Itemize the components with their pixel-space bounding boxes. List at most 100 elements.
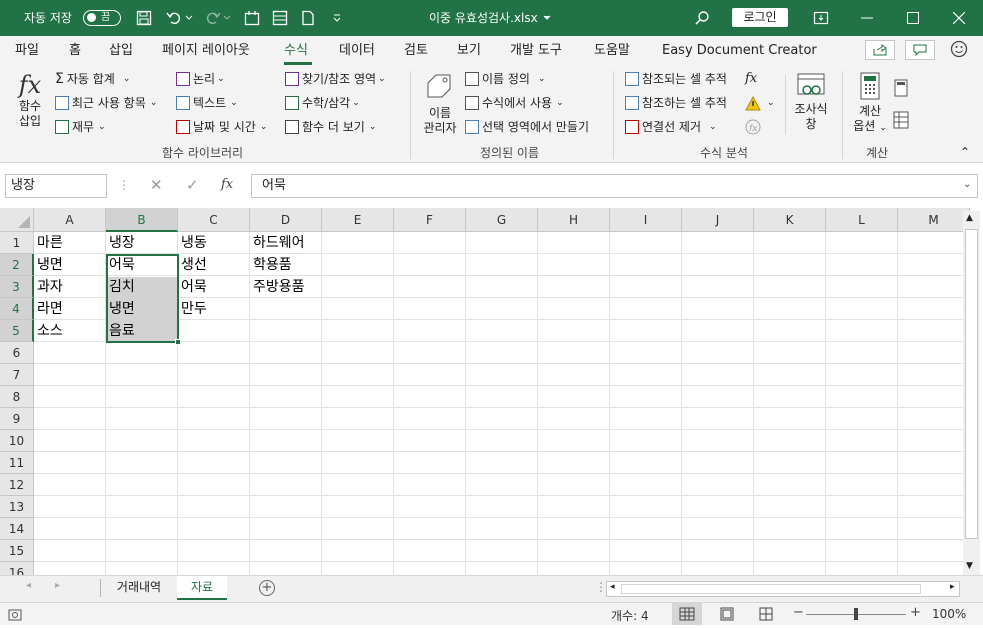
logical-button[interactable]: 논리 ⌄ [176, 71, 225, 87]
cell-a4[interactable]: 라면 [34, 298, 106, 320]
column-header-k[interactable]: K [754, 208, 826, 232]
scroll-up-icon[interactable]: ▲ [966, 213, 973, 223]
datetime-button[interactable]: 날짜 및 시간 ⌄ [176, 119, 267, 135]
watch-window-button[interactable]: 조사식 창 [793, 71, 829, 143]
column-header-m[interactable]: M [898, 208, 970, 232]
expand-formula-bar-icon[interactable]: ⌄ [963, 179, 971, 190]
redo-icon[interactable] [203, 8, 223, 28]
h-scroll-thumb[interactable] [621, 584, 921, 594]
cell-b1[interactable]: 냉장 [106, 232, 178, 254]
horizontal-scrollbar[interactable]: ◂ ▸ [606, 581, 960, 597]
sheet-tab-transactions[interactable]: 거래내역 [102, 576, 176, 600]
row-header-10[interactable]: 10 [0, 430, 34, 452]
tab-page-layout[interactable]: 페이지 레이아웃 [162, 42, 250, 59]
share-button[interactable] [865, 40, 895, 60]
trace-precedents-button[interactable]: 참조되는 셀 추적 [625, 71, 727, 87]
tab-review[interactable]: 검토 [404, 42, 428, 59]
customize-qat-icon[interactable] [327, 8, 347, 28]
form-icon[interactable] [242, 8, 262, 28]
cell-a3[interactable]: 과자 [34, 276, 106, 298]
new-file-icon[interactable] [298, 8, 318, 28]
trace-dependents-button[interactable]: 참조하는 셀 추적 [625, 95, 727, 111]
row-header-11[interactable]: 11 [0, 452, 34, 474]
freeze-panes-icon[interactable] [270, 8, 290, 28]
cell-d1[interactable]: 하드웨어 [250, 232, 322, 254]
title-dropdown-icon[interactable] [541, 8, 553, 28]
save-icon[interactable] [134, 8, 154, 28]
use-in-formula-button[interactable]: 수식에서 사용 ⌄ [465, 95, 564, 111]
row-header-7[interactable]: 7 [0, 364, 34, 386]
column-header-l[interactable]: L [826, 208, 898, 232]
error-checking-icon[interactable]: ⌄ [745, 95, 775, 111]
column-header-j[interactable]: J [682, 208, 754, 232]
select-all-corner[interactable] [0, 208, 34, 232]
row-header-2[interactable]: 2 [0, 254, 34, 276]
macro-record-icon[interactable] [8, 607, 22, 624]
formula-input[interactable]: 어묵 [251, 174, 978, 198]
row-header-1[interactable]: 1 [0, 232, 34, 254]
cell-c3[interactable]: 어묵 [178, 276, 250, 298]
prev-sheet-icon[interactable]: ◂ [26, 580, 31, 591]
page-layout-view-icon[interactable] [720, 607, 734, 624]
row-header-16[interactable]: 16 [0, 562, 34, 575]
recent-functions-button[interactable]: 최근 사용 항목 ⌄ [55, 95, 157, 111]
search-icon[interactable] [692, 8, 712, 28]
column-header-e[interactable]: E [322, 208, 394, 232]
name-box[interactable]: 냉장 [5, 174, 107, 198]
comments-button[interactable] [905, 40, 935, 60]
sheet-tab-data[interactable]: 자료 [177, 576, 227, 600]
scroll-right-icon[interactable]: ▸ [950, 582, 955, 592]
cell-a2[interactable]: 냉면 [34, 254, 106, 276]
more-functions-button[interactable]: 함수 더 보기 ⌄ [285, 119, 376, 135]
row-header-5[interactable]: 5 [0, 320, 34, 342]
insert-function-fx-icon[interactable]: fx [221, 177, 233, 192]
tab-help[interactable]: 도움말 [594, 42, 630, 59]
vertical-scrollbar[interactable]: ▲ ▼ [963, 211, 980, 575]
calc-options-button[interactable]: 계산 옵션 ⌄ [850, 71, 890, 143]
row-header-15[interactable]: 15 [0, 540, 34, 562]
maximize-icon[interactable] [903, 8, 923, 28]
lookup-button[interactable]: 찾기/참조 영역 ⌄ [285, 71, 386, 87]
autosum-button[interactable]: Σ 자동 합계 ⌄ [55, 71, 130, 87]
login-button[interactable]: 로그인 [732, 8, 788, 27]
tab-formulas[interactable]: 수식 [284, 42, 308, 59]
add-sheet-icon[interactable]: + [259, 580, 275, 596]
tab-view[interactable]: 보기 [457, 42, 481, 59]
define-name-button[interactable]: 이름 정의 ⌄ [465, 71, 546, 87]
column-header-d[interactable]: D [250, 208, 322, 232]
cell-c4[interactable]: 만두 [178, 298, 250, 320]
close-icon[interactable] [949, 8, 969, 28]
row-header-12[interactable]: 12 [0, 474, 34, 496]
zoom-slider-thumb[interactable] [854, 608, 858, 620]
page-break-view-icon[interactable] [759, 607, 773, 624]
column-header-h[interactable]: H [538, 208, 610, 232]
evaluate-formula-icon[interactable]: fx [745, 119, 761, 135]
normal-view-button[interactable] [672, 603, 702, 625]
tab-file[interactable]: 파일 [15, 42, 39, 59]
cell-d2[interactable]: 학용품 [250, 254, 322, 276]
smiley-feedback-icon[interactable] [949, 39, 969, 59]
collapse-ribbon-icon[interactable]: ⌃ [960, 145, 970, 159]
column-header-f[interactable]: F [394, 208, 466, 232]
scroll-down-icon[interactable]: ▼ [966, 561, 973, 571]
remove-arrows-button[interactable]: 연결선 제거 ⌄ [625, 119, 717, 135]
column-header-c[interactable]: C [178, 208, 250, 232]
text-functions-button[interactable]: 텍스트 ⌄ [176, 95, 238, 111]
cell-d3[interactable]: 주방용품 [250, 276, 322, 298]
create-from-selection-button[interactable]: 선택 영역에서 만들기 [465, 119, 589, 135]
row-header-14[interactable]: 14 [0, 518, 34, 540]
row-header-6[interactable]: 6 [0, 342, 34, 364]
calculate-now-icon[interactable] [893, 79, 909, 97]
cell-c2[interactable]: 생선 [178, 254, 250, 276]
zoom-in-icon[interactable]: + [910, 605, 921, 620]
undo-dropdown-icon[interactable] [184, 8, 194, 28]
undo-icon[interactable] [164, 8, 184, 28]
column-header-b[interactable]: B [106, 208, 178, 232]
cell-a5[interactable]: 소스 [34, 320, 106, 342]
cancel-icon[interactable]: ✕ [150, 176, 163, 194]
minimize-icon[interactable] [857, 8, 877, 28]
enter-icon[interactable]: ✓ [186, 176, 199, 194]
column-header-i[interactable]: I [610, 208, 682, 232]
row-header-4[interactable]: 4 [0, 298, 34, 320]
scroll-thumb[interactable] [965, 229, 978, 539]
